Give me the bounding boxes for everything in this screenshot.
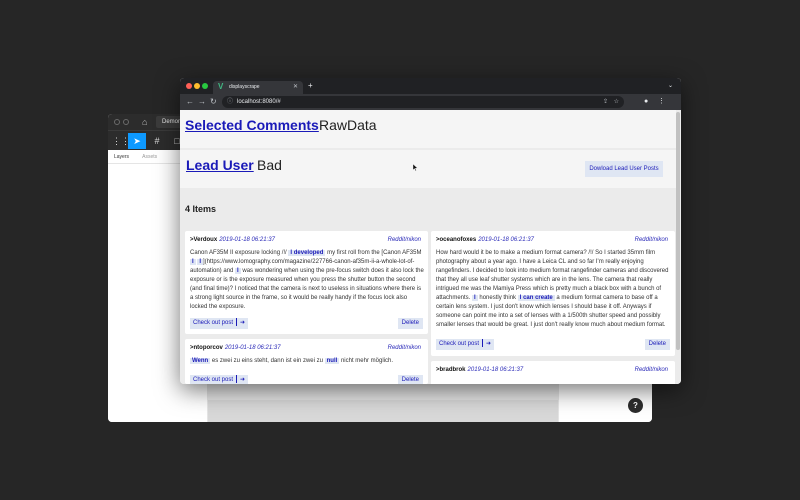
move-tool-icon[interactable]: ➤	[128, 133, 146, 149]
background-minimize-dot[interactable]	[123, 119, 129, 125]
comment-body: Wenn es zwei zu eins steht, dann ist ein…	[190, 357, 424, 366]
comment-author: >oceanofoxes 2019-01-18 06:21:37	[436, 237, 534, 243]
page-scrollbar[interactable]	[676, 112, 680, 350]
comment-subreddit[interactable]: Reddit/nikon	[388, 344, 421, 353]
tab-search-chevron-icon[interactable]: ⌄	[668, 81, 673, 91]
download-lead-user-posts-button[interactable]: Dowload Lead User Posts	[585, 161, 663, 177]
comment-text: Canon AF35M II exposure locking /!/	[190, 250, 289, 256]
tab-bad[interactable]: Bad	[257, 156, 282, 174]
highlighted-keyword: I can create	[517, 295, 555, 301]
comment-card: >bradbrok 2019-01-18 06:21:37 Reddit/niko…	[431, 361, 675, 384]
browser-menu-icon[interactable]: ⋮	[658, 97, 665, 107]
minimize-window-dot[interactable]	[194, 83, 200, 89]
delete-button[interactable]: Delete	[397, 375, 423, 384]
highlighted-keyword: I developed	[288, 250, 326, 256]
tab-layers[interactable]: Layers	[114, 154, 129, 160]
share-icon[interactable]: ⇪	[603, 97, 608, 107]
comment-author: >bradbrok 2019-01-18 06:21:37	[436, 367, 524, 373]
tab-close-icon[interactable]: ✕	[293, 83, 298, 91]
browser-window: V displayscrape ✕ + ⌄ ← → ↻ ⓘ localhost:…	[180, 78, 681, 384]
close-window-dot[interactable]	[186, 83, 192, 89]
tab-lead-user[interactable]: Lead User	[186, 156, 254, 174]
highlighted-keyword: null	[324, 358, 340, 364]
comment-author: >Verdoux 2019-01-18 06:21:37	[190, 237, 275, 243]
arrow-right-icon: ➜	[240, 320, 246, 327]
comment-body: Canon AF35M II exposure locking /!/ I de…	[190, 249, 424, 312]
bookmark-star-icon[interactable]: ☆	[614, 97, 619, 107]
reload-icon[interactable]: ↻	[210, 97, 217, 107]
delete-button[interactable]: Delete	[644, 339, 670, 350]
comment-author: >ntoporcov 2019-01-18 06:21:37	[190, 345, 281, 351]
browser-tab-title: displayscrape	[229, 84, 260, 90]
items-count: 4 Items	[185, 204, 217, 214]
tab-assets[interactable]: Assets	[142, 154, 157, 160]
comment-date: 2019-01-18 06:21:37	[224, 345, 281, 351]
comment-subreddit[interactable]: Reddit/nikon	[388, 236, 421, 245]
background-close-dot[interactable]	[114, 119, 120, 125]
check-out-post-button[interactable]: Check out post ➜	[436, 339, 495, 350]
profile-icon[interactable]: ●	[644, 97, 648, 107]
canvas-frame	[208, 400, 558, 422]
tab-strip: V displayscrape ✕ + ⌄	[180, 78, 681, 94]
tab-selected-comments[interactable]: Selected Comments	[185, 116, 319, 134]
comment-card: >ntoporcov 2019-01-18 06:21:37 Reddit/nik…	[185, 339, 428, 384]
back-arrow-icon[interactable]: ←	[186, 97, 194, 107]
comment-subreddit[interactable]: Reddit/nikon	[635, 236, 668, 245]
page-viewport: Selected Comments RawData Lead User Bad …	[180, 110, 681, 384]
comment-text: How hard would it be to make a medium fo…	[436, 250, 669, 301]
frame-tool-icon[interactable]: #	[148, 133, 166, 149]
comment-date: 2019-01-18 06:21:37	[219, 237, 275, 243]
comment-date: 2019-01-18 06:21:37	[467, 367, 524, 373]
comment-card: >Verdoux 2019-01-18 06:21:37 Reddit/nikon…	[185, 231, 428, 334]
maximize-window-dot[interactable]	[202, 83, 208, 89]
help-button[interactable]: ?	[628, 398, 643, 413]
mouse-cursor-icon	[413, 164, 418, 171]
comment-text: was wondering when using the pre-focus s…	[190, 268, 424, 310]
home-icon[interactable]: ⌂	[142, 117, 152, 127]
comment-body: How hard would it be to make a medium fo…	[436, 249, 672, 330]
url-text: localhost:8080/#	[237, 99, 281, 105]
comment-date: 2019-01-18 06:21:37	[478, 237, 534, 243]
url-field[interactable]: ⓘ localhost:8080/# ⇪ ☆	[222, 96, 624, 108]
comment-text: nicht mehr möglich.	[339, 358, 393, 364]
forward-arrow-icon[interactable]: →	[198, 97, 206, 107]
comment-text: es zwei zu eins steht, dann ist ein zwei…	[210, 358, 325, 364]
highlighted-keyword: I	[190, 259, 196, 265]
view-tabs-header: Selected Comments RawData	[180, 110, 676, 148]
arrow-right-icon: ➜	[240, 377, 246, 384]
tab-rawdata[interactable]: RawData	[319, 116, 377, 134]
check-out-post-button[interactable]: Check out post ➜	[190, 375, 249, 384]
check-out-post-button[interactable]: Check out post ➜	[190, 318, 249, 329]
comment-card: >oceanofoxes 2019-01-18 06:21:37 Reddit/n…	[431, 231, 675, 356]
user-tabs-header: Lead User Bad Dowload Lead User Posts	[180, 150, 676, 188]
arrow-right-icon: ➜	[486, 341, 492, 348]
highlighted-keyword: Wenn	[190, 358, 211, 364]
comment-subreddit[interactable]: Reddit/nikon	[635, 366, 668, 375]
address-bar: ← → ↻ ⓘ localhost:8080/# ⇪ ☆ ● ⋮	[180, 94, 681, 110]
comment-text: my first roll from the [Canon AF35M	[325, 250, 422, 256]
vue-logo-icon: V	[218, 82, 224, 91]
comment-text: honestly think	[477, 295, 518, 301]
delete-button[interactable]: Delete	[397, 318, 423, 329]
new-tab-button[interactable]: +	[308, 81, 313, 91]
site-info-icon[interactable]: ⓘ	[227, 97, 236, 107]
browser-tab[interactable]: V displayscrape ✕	[213, 81, 303, 94]
